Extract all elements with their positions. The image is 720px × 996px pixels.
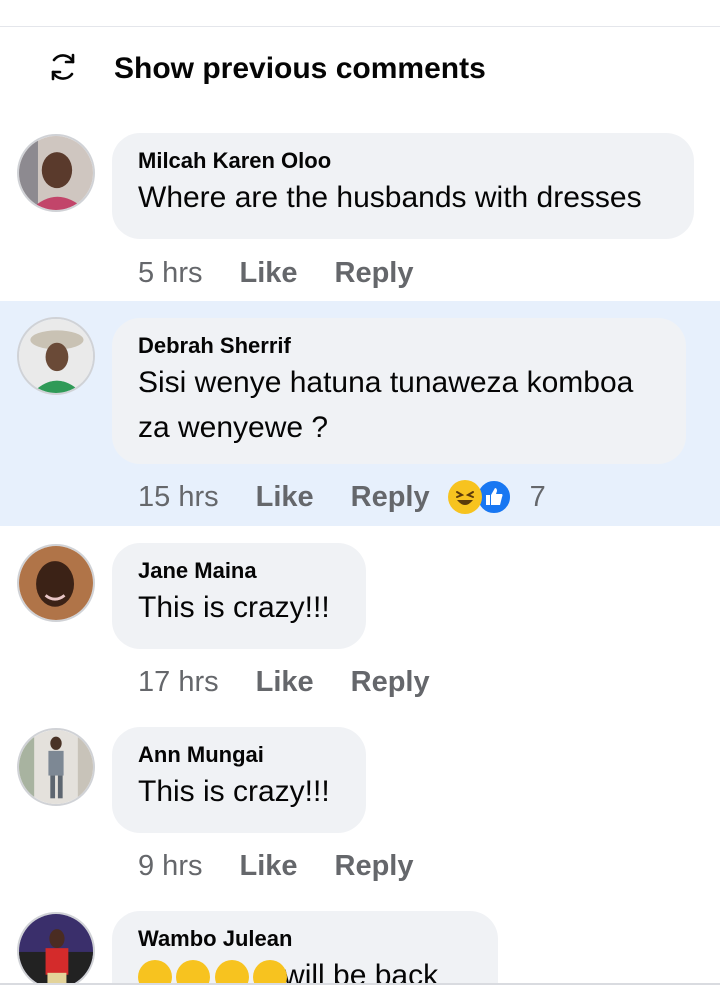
comment-bubble[interactable]: Jane Maina This is crazy!!! [112, 543, 366, 649]
comment-text-suffix: will be back [283, 959, 439, 983]
reactions-summary[interactable] [447, 479, 512, 515]
comment-item: Wambo Julean will be back [0, 895, 720, 983]
comment-bubble[interactable]: Wambo Julean will be back [112, 911, 498, 983]
comment-text: Where are the husbands with dresses [138, 181, 642, 214]
comment-bubble[interactable]: Ann Mungai This is crazy!!! [112, 727, 366, 833]
comment-text: This is crazy!!! [138, 775, 330, 808]
reply-button[interactable]: Reply [351, 481, 430, 514]
comment-bubble[interactable]: Milcah Karen Oloo Where are the husbands… [112, 133, 694, 239]
show-previous-comments-button[interactable]: Show previous comments [46, 46, 486, 92]
avatar[interactable] [17, 317, 95, 395]
comment-time[interactable]: 17 hrs [138, 666, 219, 699]
reply-button[interactable]: Reply [335, 257, 414, 290]
like-button[interactable]: Like [256, 481, 314, 514]
reaction-count[interactable]: 7 [530, 481, 546, 514]
rolling-laughing-emoji-icon [176, 960, 211, 983]
commenter-name[interactable]: Wambo Julean [138, 925, 472, 953]
commenter-name[interactable]: Milcah Karen Oloo [138, 147, 668, 175]
comment-meta: 9 hrs Like Reply [138, 846, 414, 886]
comment-meta: 5 hrs Like Reply [138, 253, 414, 293]
like-button[interactable]: Like [239, 850, 297, 883]
comment-text: This is crazy!!! [138, 591, 330, 624]
bottom-divider [0, 983, 720, 985]
comment-item: Jane Maina This is crazy!!! 17 hrs Like … [0, 527, 720, 707]
like-button[interactable]: Like [256, 666, 314, 699]
comment-text: will be back [138, 953, 472, 983]
comment-time[interactable]: 9 hrs [138, 850, 202, 883]
commenter-name[interactable]: Debrah Sherrif [138, 332, 660, 360]
comment-time[interactable]: 15 hrs [138, 481, 219, 514]
refresh-icon [46, 50, 80, 89]
laughing-tears-emoji-icon [253, 960, 288, 983]
top-divider [0, 26, 720, 27]
comment-text-line-2: za wenyewe ? [138, 411, 329, 444]
reply-button[interactable]: Reply [335, 850, 414, 883]
laughing-tears-emoji-icon [214, 960, 249, 983]
comment-meta: 17 hrs Like Reply [138, 662, 430, 702]
reply-button[interactable]: Reply [351, 666, 430, 699]
commenter-name[interactable]: Ann Mungai [138, 741, 340, 769]
show-previous-label: Show previous comments [114, 52, 486, 85]
commenter-name[interactable]: Jane Maina [138, 557, 340, 585]
comment-time[interactable]: 5 hrs [138, 257, 202, 290]
comment-text-line-1: Sisi wenye hatuna tunaweza komboa [138, 366, 634, 399]
laughing-emoji-icon [447, 480, 482, 514]
comment-bubble[interactable]: Debrah Sherrif Sisi wenye hatuna tunawez… [112, 318, 686, 464]
rolling-laughing-emoji-icon [138, 960, 172, 983]
avatar[interactable] [17, 912, 95, 983]
comment-item-highlighted: Debrah Sherrif Sisi wenye hatuna tunawez… [0, 301, 720, 526]
avatar[interactable] [17, 134, 95, 212]
like-button[interactable]: Like [239, 257, 297, 290]
comment-item: Ann Mungai This is crazy!!! 9 hrs Like R… [0, 711, 720, 891]
comment-item: Milcah Karen Oloo Where are the husbands… [0, 120, 720, 300]
avatar[interactable] [17, 544, 95, 622]
avatar[interactable] [17, 728, 95, 806]
comment-meta: 15 hrs Like Reply 7 [138, 477, 546, 517]
